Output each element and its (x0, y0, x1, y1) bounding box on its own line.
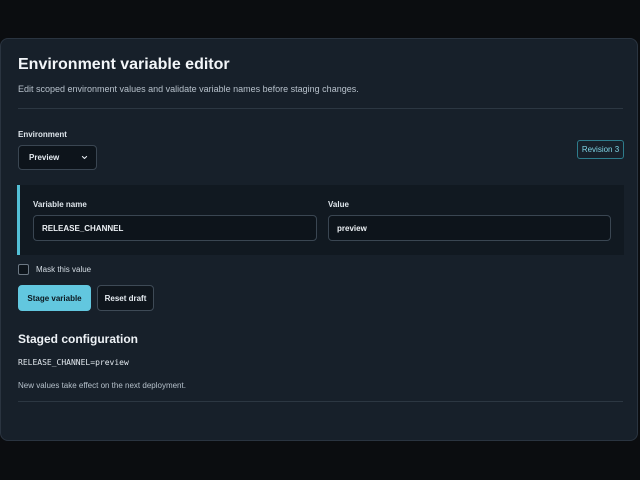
deployment-note: New values take effect on the next deplo… (18, 381, 186, 390)
page-subtitle: Edit scoped environment values and valid… (18, 84, 359, 94)
mask-value-checkbox[interactable] (18, 264, 29, 275)
page-title: Environment variable editor (18, 56, 230, 73)
environment-label: Environment (18, 130, 67, 139)
environment-select[interactable]: Preview (18, 145, 97, 170)
reset-draft-button[interactable]: Reset draft (97, 285, 154, 311)
revision-badge: Revision 3 (577, 140, 624, 159)
editor-card: Environment variable editor Edit scoped … (0, 38, 638, 441)
variable-row: Variable name RELEASE_CHANNEL Value prev… (17, 185, 624, 255)
mask-value-label[interactable]: Mask this value (36, 265, 91, 274)
variable-value-label: Value (328, 200, 349, 209)
stage-variable-button[interactable]: Stage variable (18, 285, 91, 311)
variable-value-input[interactable]: preview (328, 215, 611, 241)
chevron-down-icon (81, 155, 88, 160)
staged-configuration-line: RELEASE_CHANNEL=preview (18, 358, 129, 367)
footer-divider (18, 401, 623, 402)
variable-name-label: Variable name (33, 200, 87, 209)
staged-configuration-title: Staged configuration (18, 332, 138, 346)
variable-name-input[interactable]: RELEASE_CHANNEL (33, 215, 317, 241)
environment-selected-value: Preview (29, 153, 60, 162)
header-divider (18, 108, 623, 109)
